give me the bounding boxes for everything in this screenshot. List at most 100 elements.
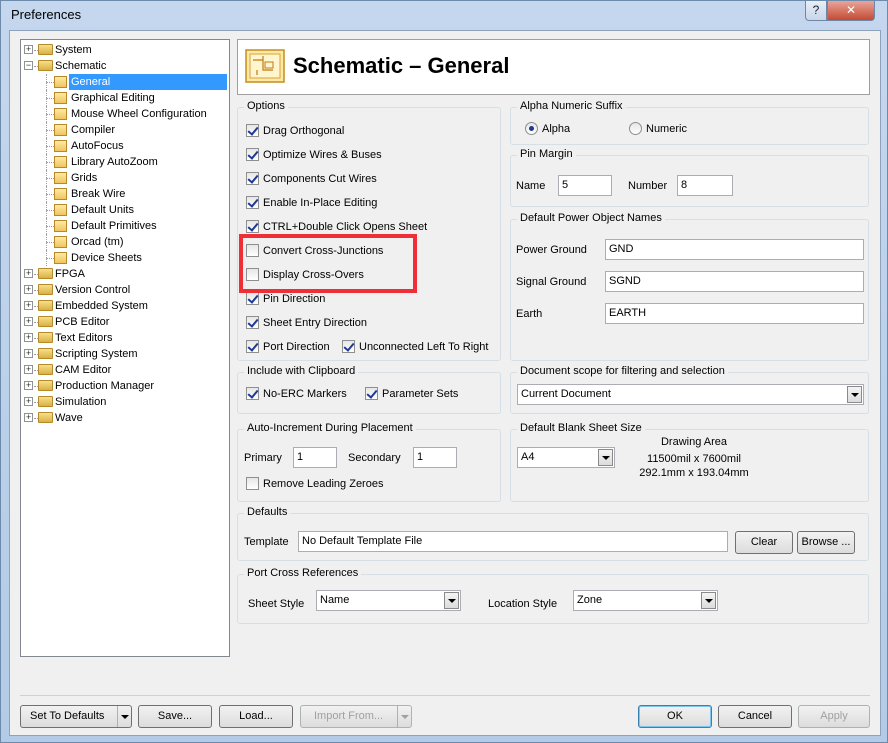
- pin-name-input[interactable]: 5: [558, 175, 612, 196]
- tree-item-system[interactable]: + System: [21, 42, 229, 58]
- port-cross-title: Port Cross References: [244, 567, 362, 579]
- tree-item-label: General: [69, 74, 227, 90]
- radio-button[interactable]: [629, 122, 642, 135]
- sheet-size-select[interactable]: A4: [517, 447, 615, 468]
- alpha-suffix-title: Alpha Numeric Suffix: [517, 100, 626, 112]
- checkbox-box[interactable]: [246, 292, 259, 305]
- page-icon: [54, 236, 67, 248]
- tree-item-default-primitives[interactable]: Default Primitives: [21, 218, 229, 234]
- template-input[interactable]: No Default Template File: [298, 531, 728, 552]
- tree-item-break-wire[interactable]: Break Wire: [21, 186, 229, 202]
- tree-item-simulation[interactable]: + Simulation: [21, 394, 229, 410]
- location-style-select[interactable]: Zone: [573, 590, 718, 611]
- checkbox-box[interactable]: [365, 387, 378, 400]
- earth-label: Earth: [516, 308, 543, 320]
- cancel-button[interactable]: Cancel: [718, 705, 792, 728]
- checkbox-box[interactable]: [246, 244, 259, 257]
- drawing-area-mm: 292.1mm x 193.04mm: [639, 467, 749, 479]
- expand-icon[interactable]: +: [24, 269, 33, 278]
- browse-button[interactable]: Browse ...: [797, 531, 855, 554]
- checkbox-box[interactable]: [342, 340, 355, 353]
- secondary-input[interactable]: 1: [413, 447, 457, 468]
- expand-icon[interactable]: +: [24, 301, 33, 310]
- checkbox-box[interactable]: [246, 387, 259, 400]
- checkbox-box[interactable]: [246, 196, 259, 209]
- sheet-size-value: A4: [521, 451, 535, 463]
- dialog-client: + System − Schematic General Graphical Editin…: [9, 30, 881, 736]
- expand-icon[interactable]: +: [24, 349, 33, 358]
- checkbox-box[interactable]: [246, 172, 259, 185]
- checkbox-box[interactable]: [246, 124, 259, 137]
- expand-icon[interactable]: +: [24, 413, 33, 422]
- tree-item-device-sheets[interactable]: Device Sheets: [21, 250, 229, 266]
- close-button[interactable]: ✕: [827, 1, 875, 21]
- port-cross-references-group: Port Cross References Sheet Style Name L…: [237, 567, 869, 624]
- tree-item-default-units[interactable]: Default Units: [21, 202, 229, 218]
- load-button[interactable]: Load...: [219, 705, 293, 728]
- checkbox-box[interactable]: [246, 148, 259, 161]
- power-ground-input[interactable]: GND: [605, 239, 864, 260]
- schematic-sheet-icon: [245, 49, 285, 83]
- expand-icon[interactable]: +: [24, 397, 33, 406]
- page-title: Schematic – General: [293, 53, 510, 78]
- tree-item-pcb-editor[interactable]: + PCB Editor: [21, 314, 229, 330]
- tree-item-wave[interactable]: + Wave: [21, 410, 229, 426]
- tree-item-general[interactable]: General: [21, 74, 229, 90]
- expand-icon[interactable]: +: [24, 333, 33, 342]
- radio-button[interactable]: [525, 122, 538, 135]
- sheet-style-label: Sheet Style: [248, 598, 305, 610]
- ok-button[interactable]: OK: [638, 705, 712, 728]
- sheet-style-select[interactable]: Name: [316, 590, 461, 611]
- folder-icon: [38, 348, 53, 359]
- window-title: Preferences: [11, 7, 82, 22]
- tree-item-text-editors[interactable]: + Text Editors: [21, 330, 229, 346]
- expand-icon[interactable]: +: [24, 365, 33, 374]
- chevron-down-icon[interactable]: [444, 592, 459, 609]
- tree-item-embedded-system[interactable]: + Embedded System: [21, 298, 229, 314]
- expand-icon[interactable]: +: [24, 381, 33, 390]
- checkbox-box[interactable]: [246, 220, 259, 233]
- tree-item-grids[interactable]: Grids: [21, 170, 229, 186]
- tree-item-cam-editor[interactable]: + CAM Editor: [21, 362, 229, 378]
- tree-item-autofocus[interactable]: AutoFocus: [21, 138, 229, 154]
- chevron-down-icon[interactable]: [117, 706, 131, 727]
- tree-item-fpga[interactable]: + FPGA: [21, 266, 229, 282]
- tree-item-schematic[interactable]: − Schematic: [21, 58, 229, 74]
- tree-item-version-control[interactable]: + Version Control: [21, 282, 229, 298]
- signal-ground-input[interactable]: SGND: [605, 271, 864, 292]
- checkbox-label: Sheet Entry Direction: [263, 317, 367, 329]
- tree-item-mouse-wheel-configuration[interactable]: Mouse Wheel Configuration: [21, 106, 229, 122]
- document-scope-select[interactable]: Current Document: [517, 384, 864, 405]
- tree-item-library-autozoom[interactable]: Library AutoZoom: [21, 154, 229, 170]
- help-button[interactable]: ?: [805, 1, 827, 21]
- collapse-icon[interactable]: −: [24, 61, 33, 70]
- tree-connector: [46, 226, 54, 227]
- chevron-down-icon[interactable]: [847, 386, 862, 403]
- chevron-down-icon[interactable]: [598, 449, 613, 466]
- tree-item-orcad-tm[interactable]: Orcad (tm): [21, 234, 229, 250]
- checkbox-box[interactable]: [246, 477, 259, 490]
- checkbox-box[interactable]: [246, 268, 259, 281]
- earth-input[interactable]: EARTH: [605, 303, 864, 324]
- expand-icon[interactable]: +: [24, 317, 33, 326]
- tree-item-graphical-editing[interactable]: Graphical Editing: [21, 90, 229, 106]
- auto-increment-group: Auto-Increment During Placement Primary …: [237, 422, 501, 502]
- folder-icon: [38, 300, 53, 311]
- tree-item-label: Device Sheets: [71, 252, 142, 264]
- checkbox-box[interactable]: [246, 340, 259, 353]
- save-button[interactable]: Save...: [138, 705, 212, 728]
- clear-button[interactable]: Clear: [735, 531, 793, 554]
- primary-input[interactable]: 1: [293, 447, 337, 468]
- tree-item-scripting-system[interactable]: + Scripting System: [21, 346, 229, 362]
- expand-icon[interactable]: +: [24, 285, 33, 294]
- tree-item-compiler[interactable]: Compiler: [21, 122, 229, 138]
- preferences-tree[interactable]: + System − Schematic General Graphical Editin…: [20, 39, 230, 657]
- pin-number-input[interactable]: 8: [677, 175, 733, 196]
- expand-icon[interactable]: +: [24, 45, 33, 54]
- chevron-down-icon[interactable]: [701, 592, 716, 609]
- checkbox-box[interactable]: [246, 316, 259, 329]
- secondary-label: Secondary: [348, 452, 401, 464]
- set-to-defaults-button[interactable]: Set To Defaults: [20, 705, 132, 728]
- folder-icon: [38, 396, 53, 407]
- tree-item-production-manager[interactable]: + Production Manager: [21, 378, 229, 394]
